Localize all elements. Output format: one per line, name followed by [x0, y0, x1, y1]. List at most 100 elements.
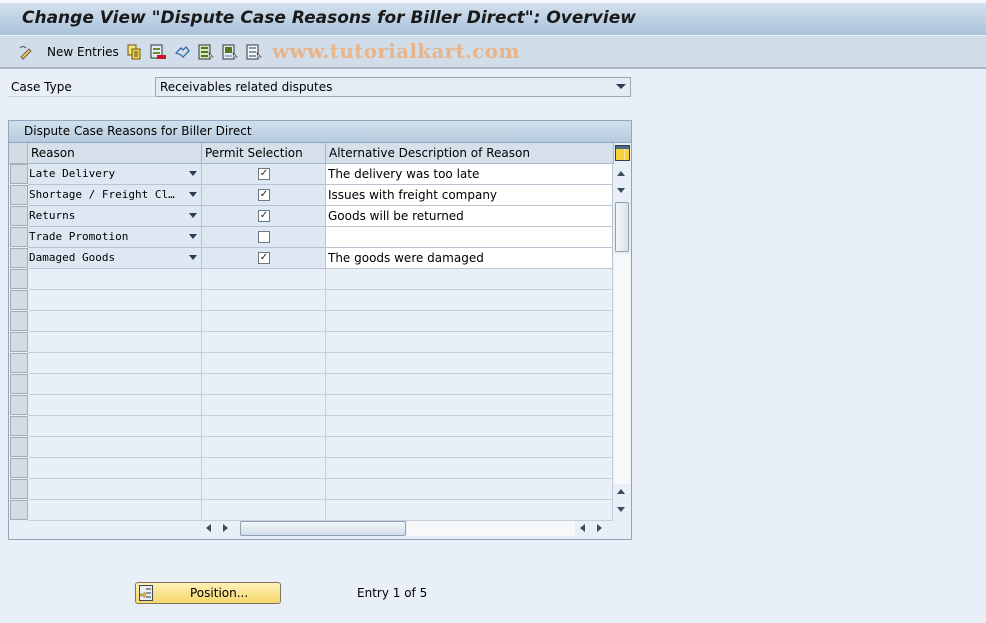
row-selector[interactable] [10, 353, 28, 373]
permit-selection-checkbox[interactable]: ✓ [258, 168, 270, 180]
row-selector[interactable] [10, 332, 28, 352]
description-cell[interactable]: The goods were damaged [326, 248, 613, 269]
reason-cell[interactable]: Damaged Goods [28, 248, 202, 269]
vertical-scrollbar[interactable] [614, 164, 630, 519]
horizontal-scrollbar[interactable] [203, 521, 613, 536]
description-cell[interactable] [326, 479, 613, 500]
row-selector[interactable] [10, 374, 28, 394]
chevron-down-icon[interactable] [189, 234, 197, 239]
permit-selection-checkbox[interactable]: ✓ [258, 252, 270, 264]
horizontal-scroll-track[interactable] [407, 521, 575, 536]
row-selector[interactable] [10, 206, 28, 226]
chevron-down-icon[interactable] [189, 192, 197, 197]
scroll-down-button[interactable] [614, 183, 630, 199]
chevron-down-icon[interactable] [189, 255, 197, 260]
description-cell[interactable] [326, 374, 613, 395]
description-cell[interactable] [326, 437, 613, 458]
scroll-up-bottom-button[interactable] [614, 484, 630, 500]
permit-selection-checkbox[interactable] [258, 231, 270, 243]
permit-selection-cell [202, 500, 326, 521]
deselect-all-icon [246, 44, 262, 60]
row-selector[interactable] [10, 416, 28, 436]
reason-cell[interactable]: Trade Promotion [28, 227, 202, 248]
reason-cell[interactable] [28, 458, 202, 479]
select-all-button[interactable] [198, 43, 214, 61]
description-cell[interactable] [326, 500, 613, 521]
copy-button[interactable] [126, 43, 142, 61]
row-selector[interactable] [10, 185, 28, 205]
select-block-button[interactable] [222, 43, 238, 61]
scroll-down-bottom-button[interactable] [614, 502, 630, 518]
table-title: Dispute Case Reasons for Biller Direct [24, 124, 252, 138]
reason-cell[interactable] [28, 500, 202, 521]
column-header-alt-description[interactable]: Alternative Description of Reason [326, 143, 614, 164]
description-cell[interactable] [326, 332, 613, 353]
row-selector[interactable] [10, 458, 28, 478]
deselect-all-button[interactable] [246, 43, 262, 61]
row-selector[interactable] [10, 500, 28, 520]
reason-cell[interactable] [28, 269, 202, 290]
reason-cell[interactable]: Late Delivery [28, 164, 202, 185]
undo-icon [174, 44, 190, 60]
undo-button[interactable] [174, 43, 190, 61]
scroll-left-button[interactable] [203, 521, 215, 535]
description-cell[interactable] [326, 290, 613, 311]
column-header-reason[interactable]: Reason [28, 143, 202, 164]
row-selector[interactable] [10, 479, 28, 499]
horizontal-scroll-thumb[interactable] [240, 521, 406, 536]
scroll-up-button[interactable] [614, 166, 630, 182]
reason-cell[interactable] [28, 479, 202, 500]
table-settings-icon[interactable] [615, 145, 630, 161]
description-cell[interactable] [326, 458, 613, 479]
delete-button[interactable] [150, 43, 166, 61]
scroll-left-end-button[interactable] [577, 521, 589, 535]
description-cell[interactable] [326, 311, 613, 332]
case-type-select[interactable]: Receivables related disputes [155, 77, 631, 97]
reason-cell[interactable] [28, 374, 202, 395]
column-header-permit-selection[interactable]: Permit Selection [202, 143, 326, 164]
edit-mode-button[interactable] [18, 43, 34, 61]
row-selector[interactable] [10, 269, 28, 289]
row-selector[interactable] [10, 227, 28, 247]
row-selector[interactable] [10, 164, 28, 184]
row-selector[interactable] [10, 248, 28, 268]
permit-selection-checkbox[interactable]: ✓ [258, 210, 270, 222]
scroll-right-end-button[interactable] [593, 521, 605, 535]
row-selector[interactable] [10, 395, 28, 415]
scroll-right-button[interactable] [219, 521, 231, 535]
row-selector[interactable] [10, 290, 28, 310]
empty-table-row [28, 290, 613, 311]
row-selector[interactable] [10, 311, 28, 331]
reason-cell[interactable] [28, 395, 202, 416]
chevron-down-icon[interactable] [189, 171, 197, 176]
empty-table-row [28, 395, 613, 416]
description-cell[interactable] [326, 395, 613, 416]
permit-selection-checkbox[interactable]: ✓ [258, 189, 270, 201]
reason-cell[interactable] [28, 290, 202, 311]
reason-cell[interactable] [28, 332, 202, 353]
chevron-down-icon[interactable] [189, 213, 197, 218]
description-cell[interactable]: The delivery was too late [326, 164, 613, 185]
reason-cell[interactable] [28, 353, 202, 374]
reason-cell[interactable]: Returns [28, 206, 202, 227]
description-cell[interactable]: Issues with freight company [326, 185, 613, 206]
vertical-scroll-track[interactable] [614, 254, 630, 484]
description-cell[interactable] [326, 269, 613, 290]
description-cell[interactable] [326, 227, 613, 248]
reason-cell[interactable] [28, 437, 202, 458]
row-selector[interactable] [10, 437, 28, 457]
reason-cell[interactable] [28, 311, 202, 332]
description-cell[interactable]: Goods will be returned [326, 206, 613, 227]
select-all-rows-cell[interactable] [9, 143, 28, 164]
table-row: Damaged Goods ✓ The goods were damaged [28, 248, 613, 269]
reason-cell[interactable] [28, 416, 202, 437]
reason-cell[interactable]: Shortage / Freight Cl… [28, 185, 202, 206]
description-cell[interactable] [326, 353, 613, 374]
position-button[interactable]: Position... [135, 582, 281, 604]
vertical-scroll-thumb[interactable] [615, 202, 629, 252]
position-button-label: Position... [190, 586, 249, 600]
chevron-down-icon[interactable] [616, 84, 626, 89]
description-cell[interactable] [326, 416, 613, 437]
permit-selection-cell [202, 374, 326, 395]
new-entries-button[interactable]: New Entries [47, 43, 119, 61]
